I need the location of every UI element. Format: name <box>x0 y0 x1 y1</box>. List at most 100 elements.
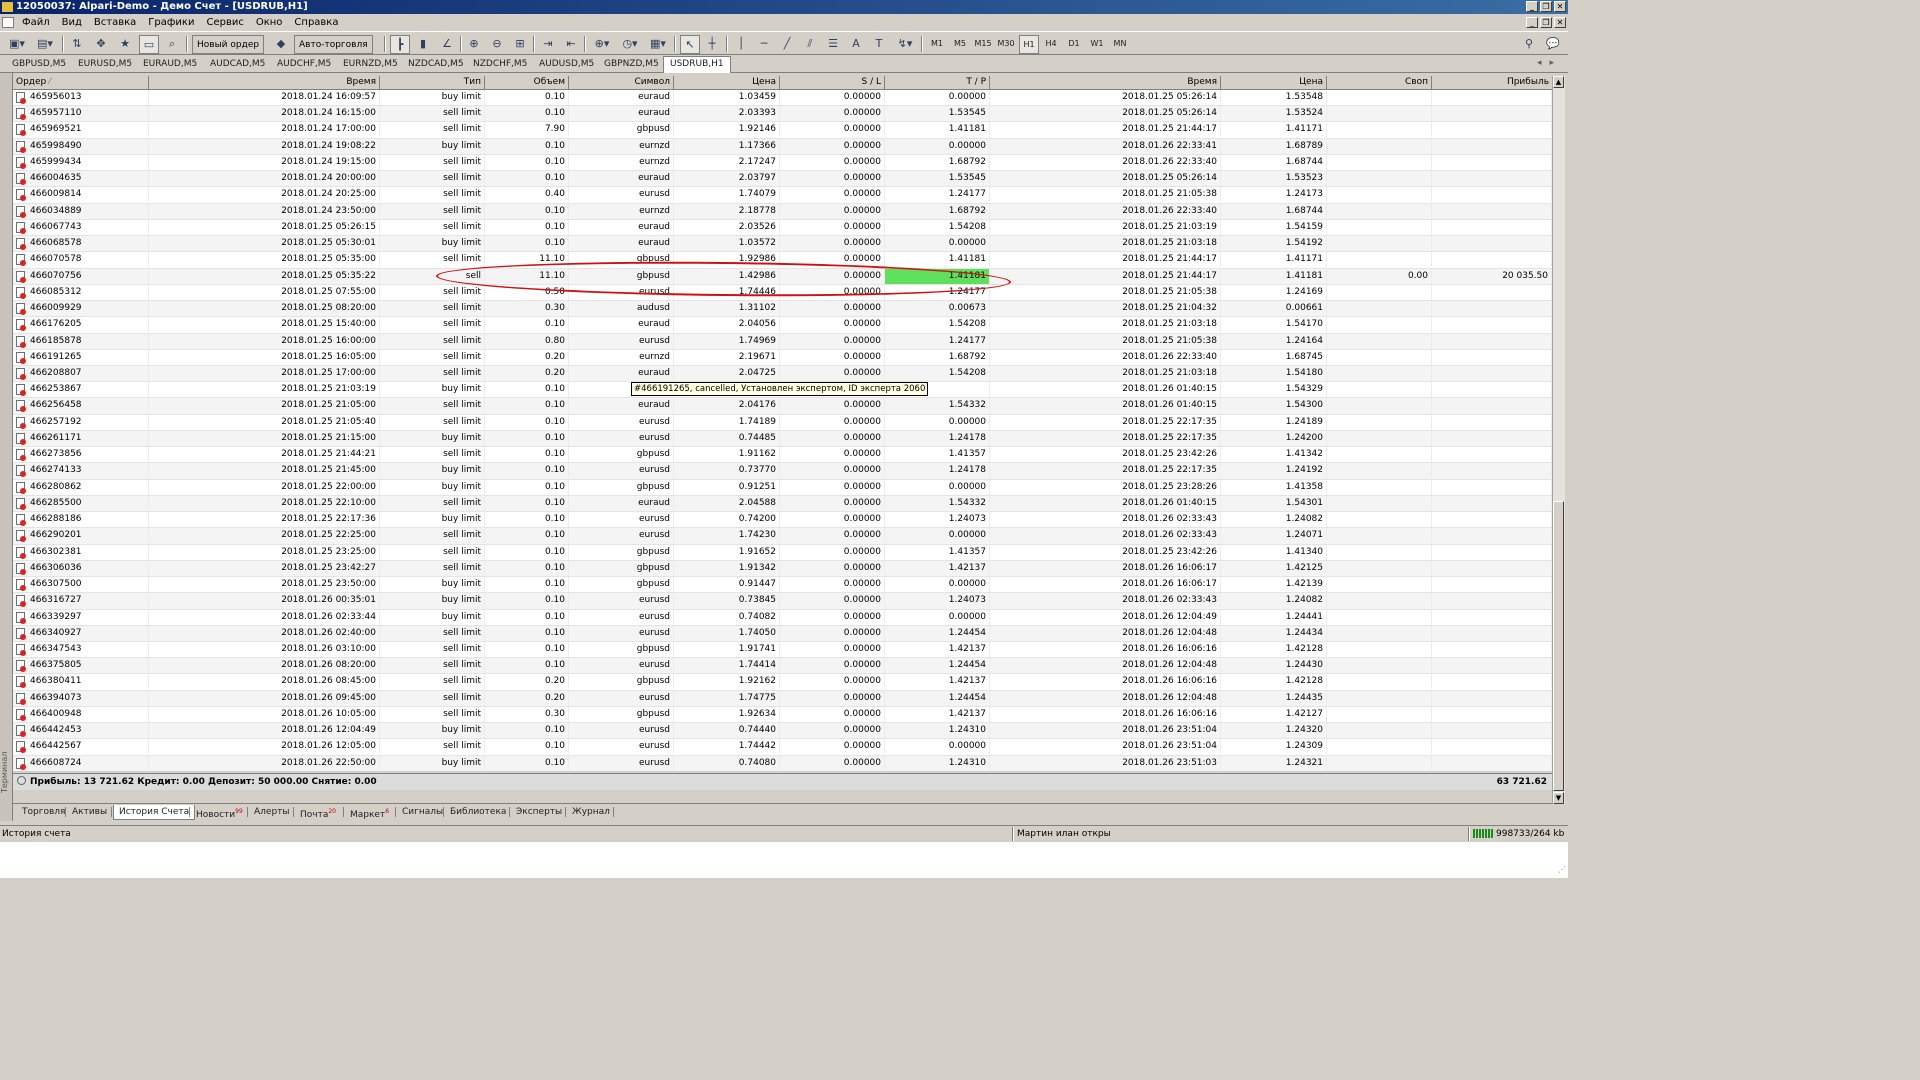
timeframe-h4[interactable]: H4 <box>1042 35 1060 52</box>
chart-tab[interactable]: EURUSD,M5 <box>72 57 138 71</box>
table-row[interactable]: 466280862 2018.01.25 22:00:00 buy limit 0.1… <box>13 479 1552 496</box>
vertical-scrollbar[interactable]: ▲ ▼ <box>1552 76 1565 804</box>
col-close-time[interactable]: Время <box>990 76 1221 89</box>
table-row[interactable]: 466009814 2018.01.24 20:25:00 sell limit 0.… <box>13 187 1552 204</box>
chart-tab[interactable]: NZDCAD,M5 <box>402 57 470 71</box>
horizontal-line-icon[interactable]: ─ <box>755 35 773 52</box>
crosshair-icon[interactable]: ┼ <box>703 35 721 52</box>
terminal-tab[interactable]: Активы <box>67 805 112 819</box>
table-row[interactable]: 466185878 2018.01.25 16:00:00 sell limit 0.… <box>13 333 1552 350</box>
periods-icon[interactable]: ◷▾ <box>618 35 642 52</box>
chart-tab[interactable]: EURAUD,M5 <box>137 57 203 71</box>
tile-windows-icon[interactable]: ⊞ <box>511 35 529 52</box>
table-row[interactable]: 466257192 2018.01.25 21:05:40 sell limit 0.… <box>13 414 1552 431</box>
col-tp[interactable]: T / P <box>885 76 990 89</box>
col-symbol[interactable]: Символ <box>569 76 674 89</box>
timeframe-h1[interactable]: H1 <box>1019 35 1039 54</box>
arrows-icon[interactable]: ↯▾ <box>893 35 917 52</box>
table-row[interactable]: 466394073 2018.01.26 09:45:00 sell limit 0.… <box>13 690 1552 707</box>
table-row[interactable]: 466339297 2018.01.26 02:33:44 buy limit 0.1… <box>13 609 1552 626</box>
mdi-restore-button[interactable]: ❐ <box>1540 17 1552 28</box>
table-row[interactable]: 466340927 2018.01.26 02:40:00 sell limit 0.… <box>13 625 1552 642</box>
table-row[interactable]: 466067743 2018.01.25 05:26:15 sell limit 0.… <box>13 219 1552 237</box>
table-row[interactable]: 465998490 2018.01.24 19:08:22 buy limit 0.1… <box>13 138 1552 155</box>
market-watch-icon[interactable]: ⇅ <box>68 35 86 52</box>
table-row[interactable]: 466306036 2018.01.25 23:42:27 sell limit 0.… <box>13 560 1552 578</box>
line-chart-icon[interactable]: ∠ <box>438 35 456 52</box>
terminal-tab[interactable]: Эксперты <box>511 805 567 819</box>
table-row[interactable]: 466176205 2018.01.25 15:40:00 sell limit 0.… <box>13 317 1552 334</box>
zoom-in-icon[interactable]: ⊕ <box>465 35 483 52</box>
chart-tab[interactable]: GBPNZD,M5 <box>598 57 665 71</box>
metaeditor-icon[interactable]: ◆ <box>272 35 290 52</box>
table-row[interactable]: 466191265 2018.01.25 16:05:00 sell limit 0.… <box>13 349 1552 366</box>
table-row[interactable]: 466034889 2018.01.24 23:50:00 sell limit 0.… <box>13 203 1552 220</box>
resize-grip-icon[interactable]: ⋰ <box>1558 865 1566 874</box>
col-type[interactable]: Тип <box>380 76 485 89</box>
mdi-close-button[interactable]: ✕ <box>1554 17 1566 28</box>
vertical-line-icon[interactable]: │ <box>732 35 750 52</box>
table-row[interactable]: 466208807 2018.01.25 17:00:00 sell limit 0.… <box>13 365 1552 383</box>
chart-shift-icon[interactable]: ⇤ <box>562 35 580 52</box>
indicators-icon[interactable]: ⊕▾ <box>590 35 614 52</box>
menu-view[interactable]: Вид <box>56 17 88 28</box>
chart-tab[interactable]: NZDCHF,M5 <box>467 57 533 71</box>
candlestick-icon[interactable]: ▮ <box>414 35 432 52</box>
search-icon[interactable]: ⚲ <box>1520 35 1538 52</box>
table-row[interactable]: 466274133 2018.01.25 21:45:00 buy limit 0.1… <box>13 463 1552 480</box>
scroll-thumb[interactable] <box>1553 501 1564 791</box>
menu-tools[interactable]: Сервис <box>200 17 249 28</box>
table-row[interactable]: 466009929 2018.01.25 08:20:00 sell limit 0.… <box>13 301 1552 318</box>
timeframe-m15[interactable]: M15 <box>973 35 993 52</box>
scroll-down-icon[interactable]: ▼ <box>1553 792 1564 804</box>
table-row[interactable]: 466288186 2018.01.25 22:17:36 buy limit 0.1… <box>13 512 1552 529</box>
table-row[interactable]: 465969521 2018.01.24 17:00:00 sell limit 7.… <box>13 122 1552 139</box>
terminal-tab[interactable]: Сигналы <box>397 805 448 819</box>
terminal-tab[interactable]: Алерты <box>249 805 295 819</box>
chart-tab[interactable]: AUDCAD,M5 <box>204 57 271 71</box>
table-row[interactable]: 466316727 2018.01.26 00:35:01 buy limit 0.1… <box>13 593 1552 610</box>
fibonacci-icon[interactable]: ☰ <box>824 35 842 52</box>
minimize-button[interactable]: _ <box>1526 1 1538 12</box>
zoom-out-icon[interactable]: ⊖ <box>488 35 506 52</box>
table-row[interactable]: 466380411 2018.01.26 08:45:00 sell limit 0.… <box>13 674 1552 691</box>
col-time[interactable]: Время <box>149 76 380 89</box>
menu-insert[interactable]: Вставка <box>88 17 142 28</box>
chart-tab[interactable]: GBPUSD,M5 <box>6 57 72 71</box>
table-row[interactable]: 466400948 2018.01.26 10:05:00 sell limit 0.… <box>13 706 1552 724</box>
col-volume[interactable]: Объем <box>485 76 569 89</box>
table-row[interactable]: 466307500 2018.01.25 23:50:00 buy limit 0.1… <box>13 577 1552 594</box>
timeframe-w1[interactable]: W1 <box>1088 35 1106 52</box>
tester-icon[interactable]: ⌕ <box>163 35 181 52</box>
navigator-icon[interactable]: ★ <box>116 35 134 52</box>
table-row[interactable]: 466256458 2018.01.25 21:05:00 sell limit 0.… <box>13 398 1552 415</box>
col-swap[interactable]: Своп <box>1327 76 1432 89</box>
trendline-icon[interactable]: ╱ <box>778 35 796 52</box>
bar-chart-icon[interactable]: ┣ <box>390 35 410 54</box>
autotrade-button[interactable]: Авто-торговля <box>294 35 373 54</box>
table-row[interactable]: 466375805 2018.01.26 08:20:00 sell limit 0.… <box>13 658 1552 675</box>
close-button[interactable]: ✕ <box>1554 1 1566 12</box>
table-row[interactable]: 465999434 2018.01.24 19:15:00 sell limit 0.… <box>13 154 1552 172</box>
terminal-tab[interactable]: Библиотека <box>445 805 511 819</box>
table-row[interactable]: 466273856 2018.01.25 21:44:21 sell limit 0.… <box>13 447 1552 464</box>
table-row[interactable]: 466068578 2018.01.25 05:30:01 buy limit 0.1… <box>13 236 1552 253</box>
chart-tab[interactable]: AUDUSD,M5 <box>533 57 600 71</box>
timeframe-m5[interactable]: M5 <box>951 35 969 52</box>
new-order-button[interactable]: Новый ордер <box>192 35 265 54</box>
equidistant-channel-icon[interactable]: ⫽ <box>801 35 819 52</box>
col-close-price[interactable]: Цена <box>1221 76 1327 89</box>
terminal-tab[interactable]: Почта20 <box>295 805 341 820</box>
table-row[interactable]: 466285500 2018.01.25 22:10:00 sell limit 0.… <box>13 495 1552 513</box>
timeframe-mn[interactable]: MN <box>1110 35 1130 52</box>
text-label-icon[interactable]: T <box>870 35 888 52</box>
timeframe-d1[interactable]: D1 <box>1065 35 1083 52</box>
timeframe-m1[interactable]: M1 <box>928 35 946 52</box>
cursor-icon[interactable]: ↖ <box>680 35 700 54</box>
col-profit[interactable]: Прибыль <box>1432 76 1552 89</box>
col-order[interactable]: Ордер ⁄ <box>13 76 149 89</box>
table-row[interactable]: 466442567 2018.01.26 12:05:00 sell limit 0.… <box>13 739 1552 756</box>
menu-window[interactable]: Окно <box>250 17 289 28</box>
menu-charts[interactable]: Графики <box>142 17 200 28</box>
profiles-icon[interactable]: ▤▾ <box>34 35 56 52</box>
